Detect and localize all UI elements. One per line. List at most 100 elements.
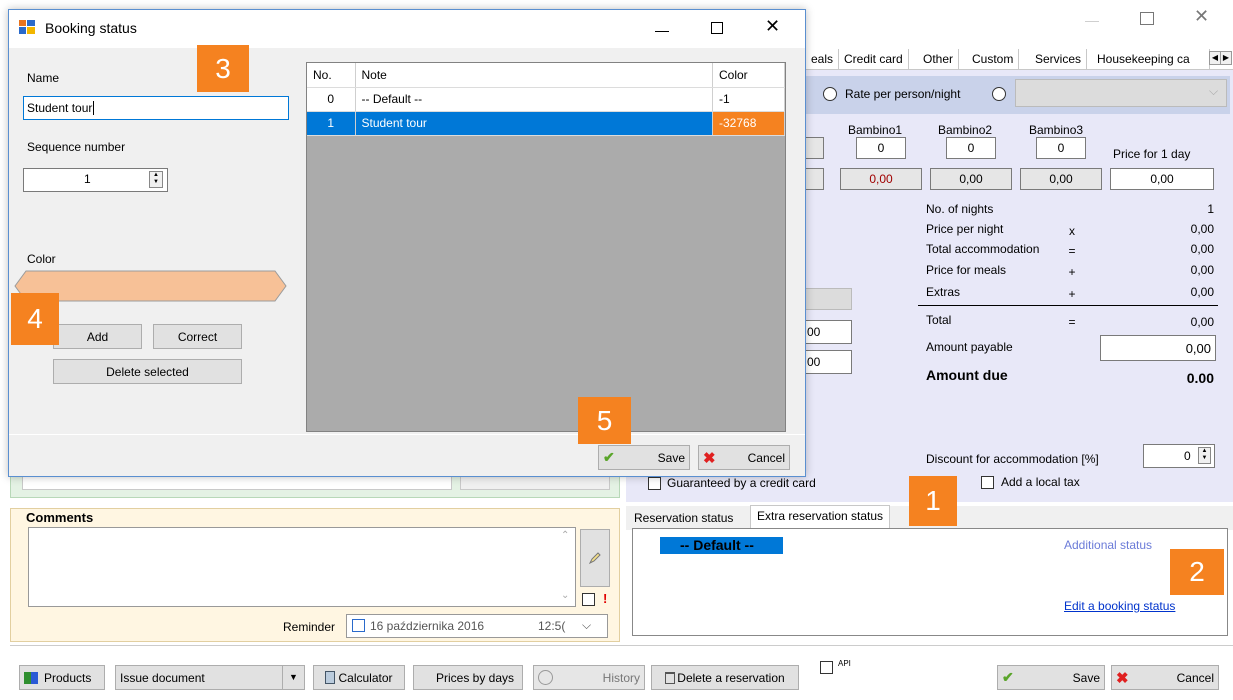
- partial-field-00-b[interactable]: 00: [804, 350, 852, 374]
- tab-meals[interactable]: eals: [806, 49, 840, 69]
- local-tax-checkbox[interactable]: [981, 476, 994, 489]
- trash-icon: [665, 671, 676, 684]
- edit-booking-status-link[interactable]: Edit a booking status: [1064, 599, 1175, 613]
- issue-document-dropdown-icon[interactable]: ▼: [282, 666, 304, 689]
- chevron-down-icon: ⌵: [1209, 84, 1219, 98]
- dialog-close-icon[interactable]: ✕: [765, 16, 780, 37]
- grid-row-student-tour[interactable]: 1 Student tour -32768: [307, 111, 785, 136]
- bambino2-price: 0,00: [930, 168, 1012, 190]
- grid-header-color[interactable]: Color: [712, 63, 785, 88]
- text-cursor: [93, 101, 95, 115]
- main-save-button[interactable]: ✔ Save: [997, 665, 1105, 690]
- amount-payable-label: Amount payable: [926, 340, 1013, 354]
- sequence-spinner-icon[interactable]: ▲ ▼: [149, 171, 163, 188]
- rate-other-radio[interactable]: [992, 87, 1006, 101]
- products-label: Products: [44, 670, 92, 685]
- total-accommodation-value: 0,00: [1190, 242, 1214, 256]
- correct-button[interactable]: Correct: [153, 324, 242, 349]
- grid-cell-color: -32768: [712, 111, 785, 136]
- reminder-label: Reminder: [283, 620, 336, 634]
- sequence-number-label: Sequence number: [27, 140, 126, 154]
- issue-document-button[interactable]: Issue document ▼: [115, 665, 305, 690]
- main-close-icon[interactable]: ✕: [1194, 6, 1209, 27]
- grid-header-note[interactable]: Note: [355, 63, 713, 88]
- products-button[interactable]: Products: [19, 665, 105, 690]
- total-value: 0,00: [1190, 315, 1214, 329]
- tab-custom[interactable]: Custom: [967, 49, 1020, 69]
- main-minimize-button[interactable]: —: [1085, 12, 1105, 32]
- cross-icon: ✖: [703, 449, 716, 467]
- tab-credit-card[interactable]: Credit card: [839, 49, 909, 69]
- callout-5: 5: [578, 397, 631, 444]
- history-button[interactable]: History: [533, 665, 645, 690]
- price-for-meals-value: 0,00: [1190, 263, 1214, 277]
- extras-value: 0,00: [1190, 285, 1214, 299]
- rate-dropdown[interactable]: [1015, 79, 1227, 107]
- rate-per-person-radio[interactable]: [823, 87, 837, 101]
- amount-payable-input[interactable]: 0,00: [1100, 335, 1216, 361]
- partial-input-left-1[interactable]: [804, 137, 824, 159]
- partial-field-00-a[interactable]: 00: [804, 320, 852, 344]
- products-icon: [24, 671, 38, 684]
- grid-header-no[interactable]: No.: [307, 63, 356, 88]
- tab-extra-reservation-status[interactable]: Extra reservation status: [750, 505, 891, 529]
- dialog-save-button[interactable]: ✔ Save: [598, 445, 690, 470]
- comments-scroll-down-icon[interactable]: ⌄: [561, 590, 569, 601]
- dialog-title: Booking status: [45, 20, 137, 36]
- reminder-dropdown-icon[interactable]: ⌵: [582, 618, 591, 633]
- summary-divider: [918, 305, 1218, 306]
- dialog-cancel-button[interactable]: ✖ Cancel: [698, 445, 790, 470]
- add-button[interactable]: Add: [53, 324, 142, 349]
- bambino3-input[interactable]: 0: [1036, 137, 1086, 159]
- guaranteed-checkbox[interactable]: [648, 477, 661, 490]
- tab-services[interactable]: Services: [1030, 49, 1088, 69]
- price-for-1-day-label: Price for 1 day: [1113, 147, 1191, 161]
- sequence-number-stepper[interactable]: [23, 168, 168, 192]
- calculator-icon: [325, 671, 336, 684]
- bambino2-input[interactable]: 0: [946, 137, 996, 159]
- calculator-label: Calculator: [338, 670, 393, 685]
- cross-icon: ✖: [1116, 669, 1129, 687]
- discount-value: 0: [1184, 449, 1191, 463]
- status-list-selected[interactable]: -- Default --: [660, 537, 783, 554]
- price-for-1-day-input[interactable]: 0,00: [1110, 168, 1214, 190]
- edit-note-button[interactable]: [580, 529, 610, 587]
- dialog-minimize-button[interactable]: [655, 31, 669, 32]
- tab-scroll-right-icon[interactable]: ▶: [1220, 51, 1232, 65]
- bambino1-header: Bambino1: [848, 123, 903, 137]
- main-cancel-button[interactable]: ✖ Cancel: [1111, 665, 1219, 690]
- bambino1-input[interactable]: 0: [856, 137, 906, 159]
- dialog-app-icon: [19, 20, 35, 34]
- dialog-maximize-button[interactable]: [711, 22, 723, 34]
- bambino1-price: 0,00: [840, 168, 922, 190]
- partial-disabled-field: [804, 288, 852, 310]
- green-button-partial[interactable]: [460, 476, 610, 490]
- green-input-field[interactable]: [22, 476, 452, 490]
- dialog-cancel-label: Cancel: [747, 450, 785, 465]
- price-for-meals-label: Price for meals: [926, 263, 1007, 277]
- delete-reservation-label: Delete a reservation: [677, 670, 785, 685]
- api-checkbox[interactable]: [820, 661, 833, 674]
- grid-cell-color: -1: [712, 87, 785, 112]
- tab-reservation-status[interactable]: Reservation status: [630, 510, 737, 530]
- reminder-checkbox[interactable]: [352, 619, 365, 632]
- comments-textarea[interactable]: [28, 527, 576, 607]
- grid-row-default[interactable]: 0 -- Default -- -1: [307, 87, 785, 112]
- prices-by-days-button[interactable]: Prices by days: [413, 665, 523, 690]
- tab-other[interactable]: Other: [918, 49, 960, 69]
- nights-label: No. of nights: [926, 202, 994, 216]
- price-for-meals-op: +: [1068, 265, 1076, 279]
- main-cancel-label: Cancel: [1176, 670, 1214, 685]
- history-clock-icon: [538, 670, 553, 685]
- prices-by-days-label: Prices by days: [435, 670, 515, 685]
- tab-housekeeping[interactable]: Housekeeping ca: [1092, 49, 1210, 69]
- name-input[interactable]: Student tour: [23, 96, 289, 120]
- calculator-button[interactable]: Calculator: [313, 665, 405, 690]
- comments-scroll-up-icon[interactable]: ⌃: [561, 530, 569, 541]
- delete-selected-button[interactable]: Delete selected: [53, 359, 242, 384]
- delete-reservation-button[interactable]: Delete a reservation: [651, 665, 799, 690]
- main-maximize-button[interactable]: [1140, 12, 1154, 25]
- partial-input-left-2: [804, 168, 824, 190]
- comments-flag-checkbox[interactable]: [582, 593, 595, 606]
- discount-spinner-icon[interactable]: ▲ ▼: [1198, 447, 1211, 464]
